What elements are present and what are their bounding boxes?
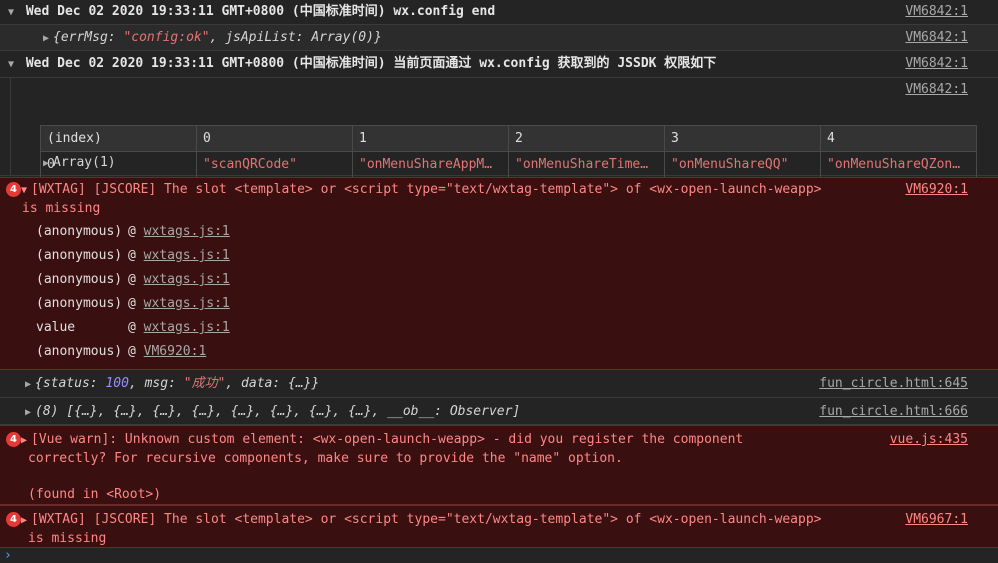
error-count-badge: 4 xyxy=(6,432,21,447)
source-link[interactable]: vue.js:435 xyxy=(890,431,968,449)
collapsed-triangle-icon[interactable]: ▶ xyxy=(25,371,35,399)
source-link[interactable]: fun_circle.html:645 xyxy=(819,370,968,398)
source-link[interactable]: VM6920:1 xyxy=(905,181,968,199)
stack-frame-link[interactable]: wxtags.js:1 xyxy=(144,248,230,263)
console-error-wxtag-2[interactable]: 4 ▶ [WXTAG] [JSCORE] The slot <template> o… xyxy=(0,505,998,548)
stack-frame: (anonymous) @ wxtags.js:1 xyxy=(36,248,230,263)
stack-frame-link[interactable]: wxtags.js:1 xyxy=(144,224,230,239)
table-cell: "onMenuShareQQ" xyxy=(664,151,821,178)
error-message-line: (found in <Root>) xyxy=(28,487,162,502)
table-header-cell[interactable]: 3 xyxy=(664,125,821,152)
object-preview: {status: 100, msg: "成功", data: {…}} xyxy=(35,376,320,391)
stack-frame: (anonymous) @ wxtags.js:1 xyxy=(36,224,230,239)
prompt-chevron-icon: › xyxy=(4,548,12,563)
console-array-log[interactable]: ▶ (8) [{…}, {…}, {…}, {…}, {…}, {…}, {…},… xyxy=(0,398,998,425)
error-message-line: [WXTAG] [JSCORE] The slot <template> or … xyxy=(31,182,822,197)
collapsed-triangle-icon[interactable]: ▶ xyxy=(43,154,53,174)
source-link[interactable]: fun_circle.html:666 xyxy=(819,398,968,425)
log-message: Wed Dec 02 2020 19:33:11 GMT+0800 (中国标准时… xyxy=(25,56,717,71)
source-link[interactable]: VM6842:1 xyxy=(905,51,968,77)
expanded-triangle-icon[interactable]: ▼ xyxy=(21,182,31,200)
stack-frame: (anonymous) @ wxtags.js:1 xyxy=(36,296,230,311)
stack-frame-link[interactable]: wxtags.js:1 xyxy=(144,272,230,287)
error-message-line: correctly? For recursive components, mak… xyxy=(28,451,623,466)
table-cell: "scanQRCode" xyxy=(196,151,353,178)
array-preview: (8) [{…}, {…}, {…}, {…}, {…}, {…}, {…}, … xyxy=(35,404,521,419)
source-link[interactable]: VM6842:1 xyxy=(905,25,968,50)
error-message-line: [WXTAG] [JSCORE] The slot <template> or … xyxy=(31,512,822,527)
collapsed-triangle-icon[interactable]: ▶ xyxy=(43,26,53,51)
console-object-row[interactable]: ▶ {errMsg: "config:ok", jsApiList: Array(… xyxy=(0,25,998,51)
table-cell: "onMenuShareAppM… xyxy=(352,151,509,178)
collapsed-triangle-icon[interactable]: ▶ xyxy=(21,512,31,530)
error-message-line: is missing xyxy=(28,531,107,546)
source-link[interactable]: VM6967:1 xyxy=(905,511,968,529)
table-row: 0 "scanQRCode" "onMenuShareAppM… "onMenu… xyxy=(40,151,977,178)
collapsed-triangle-icon[interactable]: ▶ xyxy=(21,432,31,450)
console-log-config-end[interactable]: ▼ Wed Dec 02 2020 19:33:11 GMT+0800 (中国标… xyxy=(0,0,998,25)
console-error-vue-warn[interactable]: 4 ▶ [Vue warn]: Unknown custom element: <w… xyxy=(0,425,998,505)
stack-frame: (anonymous) @ VM6920:1 xyxy=(36,344,207,359)
console-error-wxtag[interactable]: 4 ▼ [WXTAG] [JSCORE] The slot <template> o… xyxy=(0,177,998,370)
expanded-triangle-icon[interactable]: ▼ xyxy=(8,1,18,25)
error-count-badge: 4 xyxy=(6,512,21,527)
stack-frame-link[interactable]: wxtags.js:1 xyxy=(144,320,230,335)
table-header-cell[interactable]: (index) xyxy=(40,125,197,152)
stack-frame-link[interactable]: VM6920:1 xyxy=(144,344,207,359)
error-message-line: is missing xyxy=(22,201,101,216)
stack-trace: (anonymous) @ wxtags.js:1 (anonymous) @ wx… xyxy=(6,220,998,364)
console-log-jssdk-permissions[interactable]: ▼ Wed Dec 02 2020 19:33:11 GMT+0800 (中国标… xyxy=(0,51,998,178)
table-header-cell[interactable]: 1 xyxy=(352,125,509,152)
stack-frame: value @ wxtags.js:1 xyxy=(36,320,230,335)
console-table: (index) 0 1 2 3 4 0 "scanQRCode" "onMenu… xyxy=(40,125,977,178)
table-cell: "onMenuShareTime… xyxy=(508,151,665,178)
table-header-cell[interactable]: 4 xyxy=(820,125,977,152)
collapsed-triangle-icon[interactable]: ▶ xyxy=(25,399,35,426)
array-toggle-row[interactable]: ▶ Array(1) xyxy=(43,153,116,174)
table-header-cell[interactable]: 2 xyxy=(508,125,665,152)
stack-frame-link[interactable]: wxtags.js:1 xyxy=(144,296,230,311)
error-count-badge: 4 xyxy=(6,182,21,197)
table-header-cell[interactable]: 0 xyxy=(196,125,353,152)
console-object-response[interactable]: ▶ {status: 100, msg: "成功", data: {…}} fun… xyxy=(0,370,998,398)
array-label: Array(1) xyxy=(53,155,116,170)
expanded-triangle-icon[interactable]: ▼ xyxy=(8,52,18,78)
log-message: Wed Dec 02 2020 19:33:11 GMT+0800 (中国标准时… xyxy=(25,4,496,19)
console-prompt[interactable]: › xyxy=(0,548,998,563)
stack-frame: (anonymous) @ wxtags.js:1 xyxy=(36,272,230,287)
source-link[interactable]: VM6842:1 xyxy=(905,78,968,102)
table-cell: "onMenuShareQZon… xyxy=(820,151,977,178)
source-link[interactable]: VM6842:1 xyxy=(905,0,968,24)
error-message-line: [Vue warn]: Unknown custom element: <wx-… xyxy=(31,432,744,447)
object-preview: {errMsg: "config:ok", jsApiList: Array(0… xyxy=(53,30,382,45)
table-header-row: (index) 0 1 2 3 4 xyxy=(40,125,977,152)
